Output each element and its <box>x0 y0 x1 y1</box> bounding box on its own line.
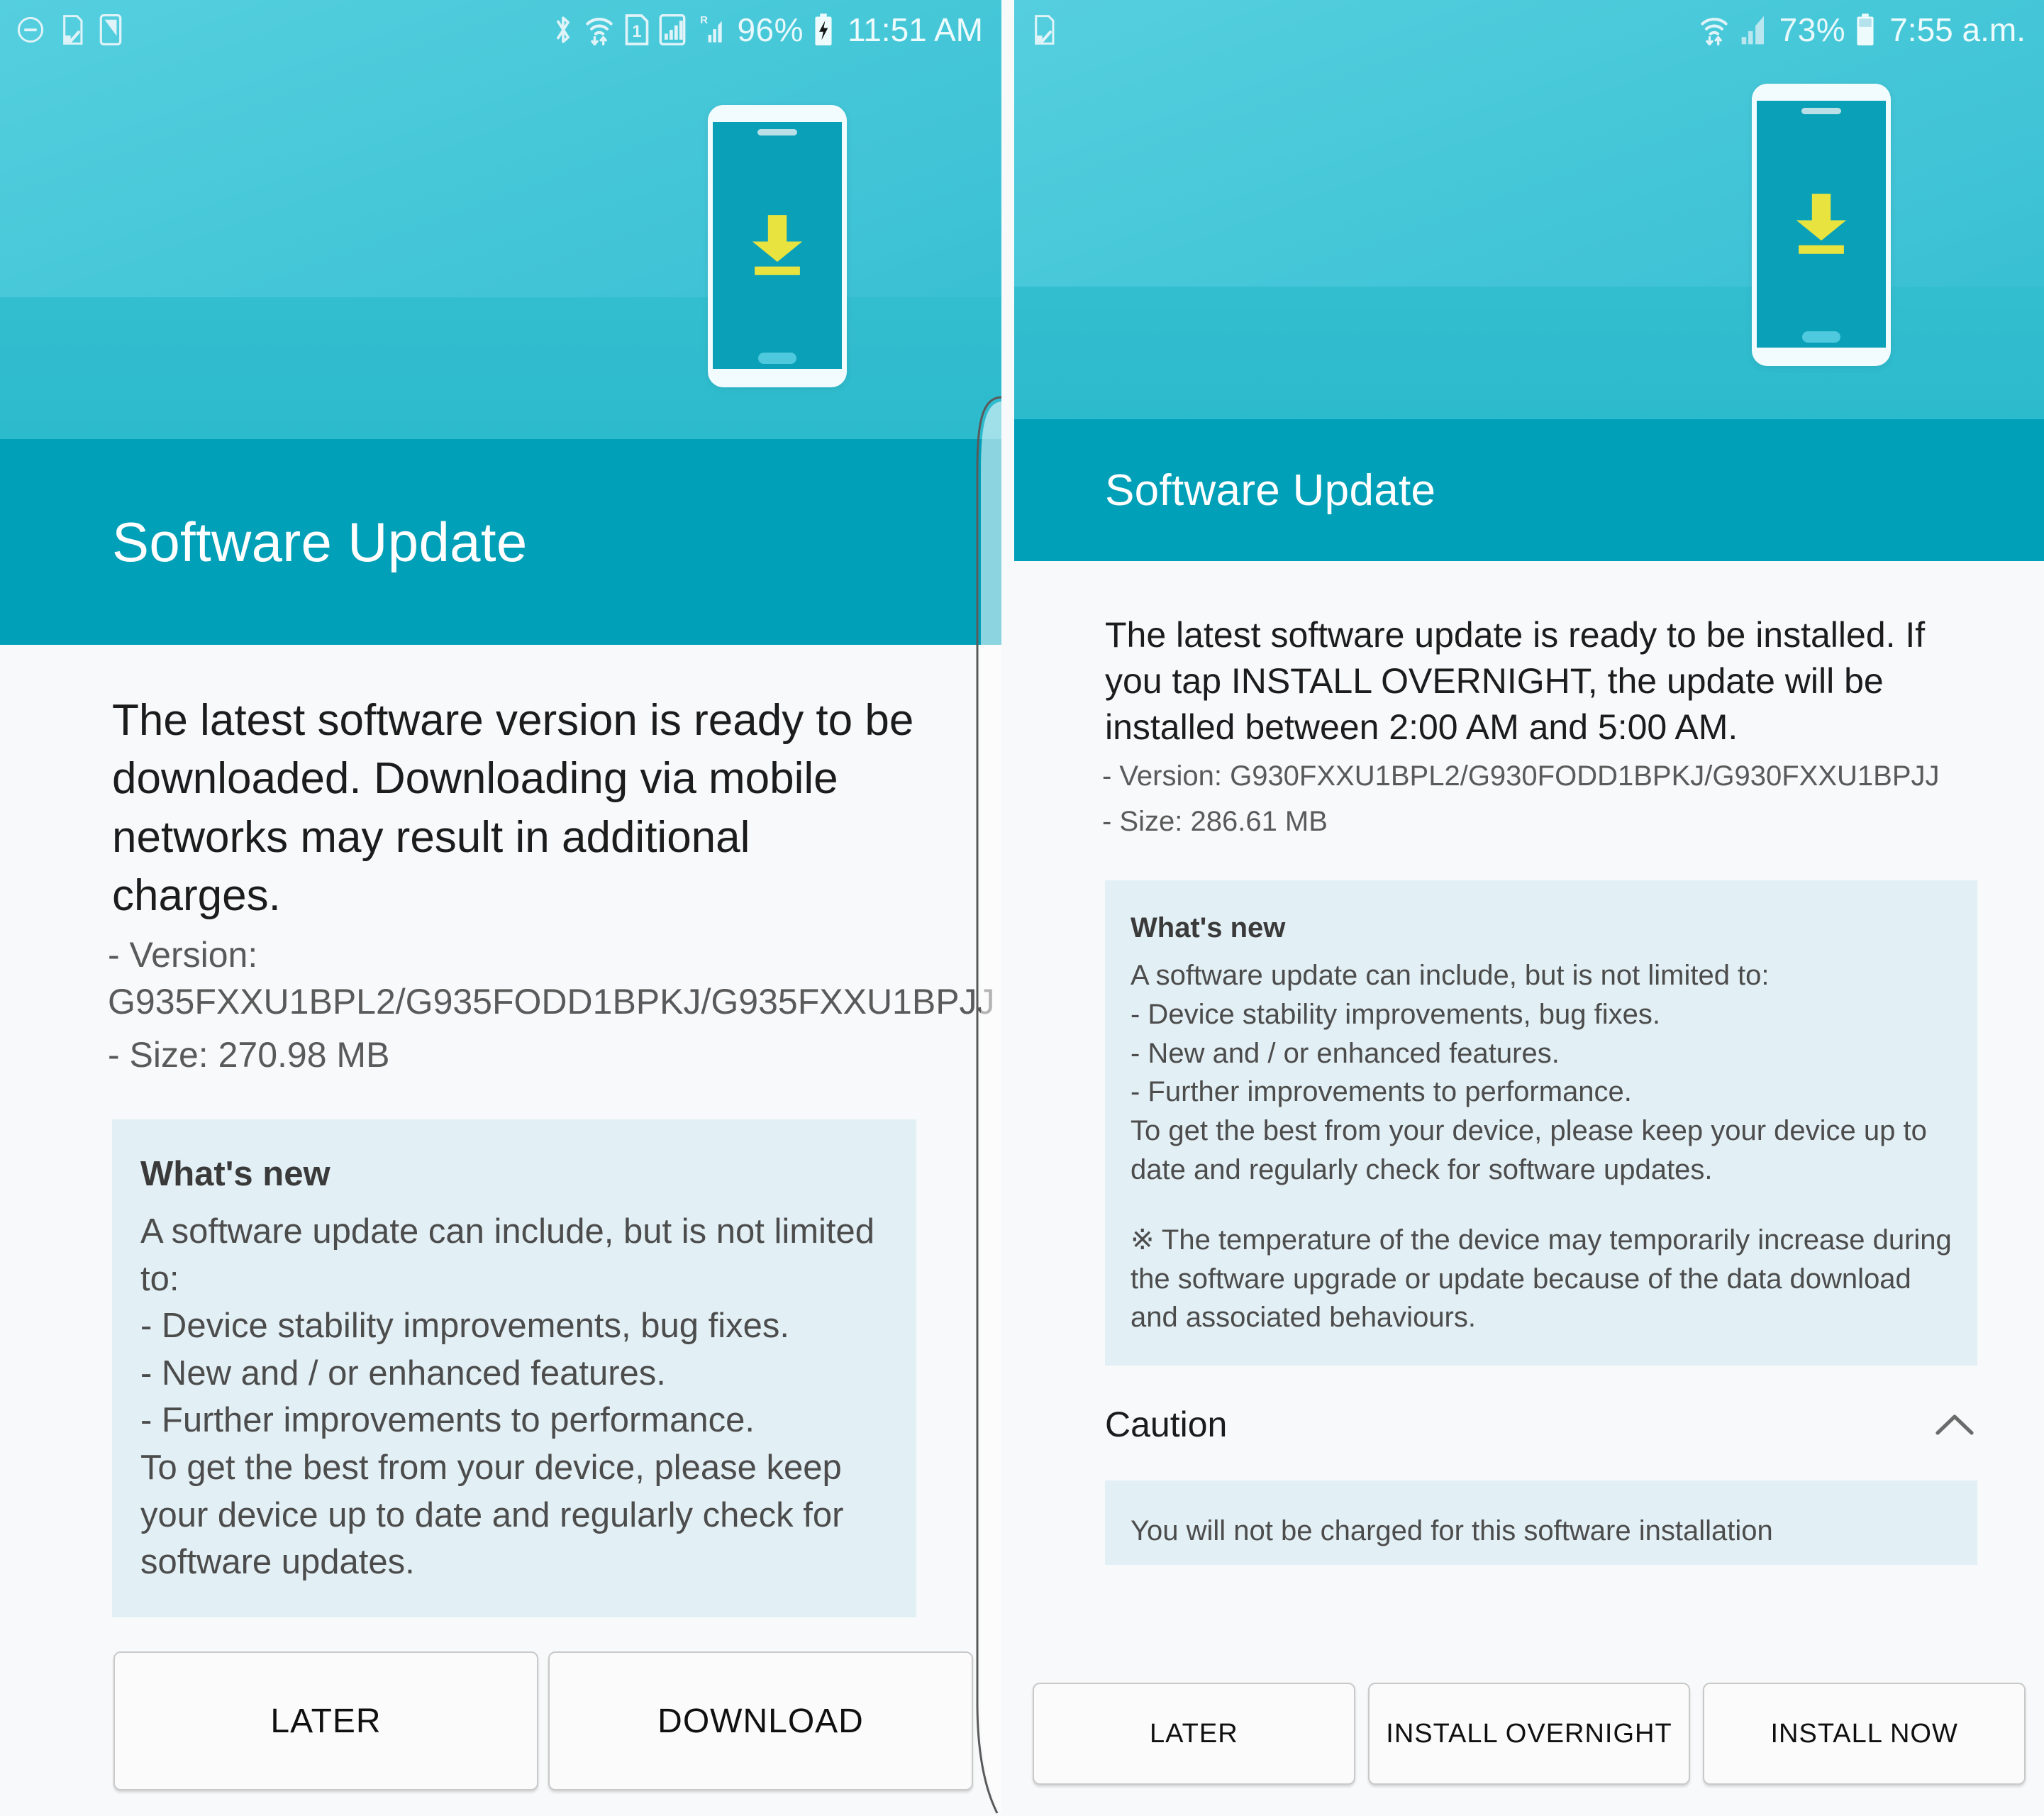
temperature-note: ※ The temperature of the device may temp… <box>1131 1224 1952 1334</box>
whats-new-bullet: - New and / or enhanced features. <box>1131 1037 1560 1069</box>
bluetooth-icon <box>552 13 574 46</box>
whats-new-box: What's new A software update can include… <box>112 1119 916 1617</box>
page-title: Software Update <box>112 510 528 573</box>
left-screenshot: 1 R 96% 11:51 AM Software Update The lat… <box>0 0 1001 1816</box>
whats-new-outro: To get the best from your device, please… <box>140 1449 844 1582</box>
whats-new-outro: To get the best from your device, please… <box>1131 1115 1927 1185</box>
chevron-up-icon[interactable] <box>1935 1412 1974 1436</box>
right-hero: 73% 7:55 a.m. <box>1014 0 2044 423</box>
phone-download-icon <box>1752 84 1891 366</box>
whats-new-bullet: - New and / or enhanced features. <box>140 1353 666 1393</box>
svg-text:R: R <box>701 14 709 26</box>
left-content: The latest software version is ready to … <box>0 645 1001 1816</box>
status-left-icons <box>1030 15 1058 45</box>
whats-new-bullet: - Further improvements to performance. <box>1131 1076 1632 1108</box>
svg-text:1: 1 <box>633 22 642 41</box>
status-time: 11:51 AM <box>848 11 983 48</box>
install-now-button[interactable]: INSTALL NOW <box>1703 1683 2026 1785</box>
size-line: - Size: 270.98 MB <box>108 1034 390 1075</box>
version-line: - Version: G935FXXU1BPL2/G935FODD1BPKJ/G… <box>108 934 995 1022</box>
status-left-icons <box>16 14 122 45</box>
whats-new-bullet: - Device stability improvements, bug fix… <box>1131 998 1660 1030</box>
caution-label: Caution <box>1105 1405 1228 1445</box>
status-right-icons: 73% 7:55 a.m. <box>1699 11 2026 49</box>
later-button[interactable]: LATER <box>113 1651 538 1790</box>
status-right-icons: 1 R 96% 11:51 AM <box>552 11 983 49</box>
whats-new-intro: A software update can include, but is no… <box>140 1212 875 1298</box>
panel-divider <box>1001 0 1014 1816</box>
hero-band <box>0 297 1001 443</box>
left-status-bar: 1 R 96% 11:51 AM <box>0 0 1001 60</box>
right-title-bar: Software Update <box>1014 419 2044 561</box>
later-button[interactable]: LATER <box>1033 1683 1355 1785</box>
wifi-data-icon <box>584 13 615 46</box>
caution-section-header[interactable]: Caution <box>1105 1397 1977 1452</box>
install-overnight-button[interactable]: INSTALL OVERNIGHT <box>1367 1683 1691 1785</box>
left-title-bar: Software Update <box>0 439 1001 645</box>
left-hero: 1 R 96% 11:51 AM <box>0 0 1001 443</box>
whats-new-title: What's new <box>1131 912 1286 944</box>
sim-1-icon: 1 <box>625 14 649 45</box>
dual-screenshot-stage: 1 R 96% 11:51 AM Software Update The lat… <box>0 0 2044 1816</box>
signal-bars-icon <box>1740 14 1770 45</box>
download-complete-icon <box>1030 15 1058 45</box>
whats-new-bullet: - Device stability improvements, bug fix… <box>140 1307 789 1346</box>
right-button-bar: LATER INSTALL OVERNIGHT INSTALL NOW <box>1014 1683 2044 1816</box>
lead-text: The latest software update is ready to b… <box>1105 615 1926 747</box>
whats-new-bullet: - Further improvements to performance. <box>140 1401 755 1440</box>
roaming-signal-icon: R <box>696 13 727 46</box>
screen-mirroring-icon <box>99 14 122 45</box>
wifi-data-icon <box>1699 13 1730 46</box>
size-line: - Size: 286.61 MB <box>1102 805 1328 837</box>
phone-download-icon <box>708 105 847 387</box>
battery-percent: 96% <box>737 11 804 48</box>
whats-new-box: What's new A software update can include… <box>1105 880 1977 1366</box>
whats-new-intro: A software update can include, but is no… <box>1131 959 1770 991</box>
download-complete-icon <box>58 15 87 45</box>
lead-text: The latest software version is ready to … <box>112 696 914 921</box>
battery-icon <box>1855 13 1875 46</box>
do-not-disturb-icon <box>16 15 45 45</box>
version-line: - Version: G930FXXU1BPL2/G930FODD1BPKJ/G… <box>1102 760 1940 792</box>
download-arrow-icon <box>752 215 803 275</box>
download-arrow-icon <box>1796 194 1847 254</box>
whats-new-title: What's new <box>140 1155 331 1194</box>
download-button[interactable]: DOWNLOAD <box>548 1651 973 1790</box>
left-button-bar: LATER DOWNLOAD <box>0 1651 1001 1816</box>
caution-text: You will not be charged for this softwar… <box>1131 1515 1773 1547</box>
battery-percent: 73% <box>1779 11 1846 48</box>
right-screenshot: 73% 7:55 a.m. Software Update The latest… <box>1014 0 2044 1816</box>
signal-bars-icon <box>659 14 686 45</box>
page-title: Software Update <box>1105 465 1436 515</box>
battery-charging-icon <box>813 13 833 46</box>
caution-box: You will not be charged for this softwar… <box>1105 1480 1977 1565</box>
status-time: 7:55 a.m. <box>1889 11 2026 48</box>
right-status-bar: 73% 7:55 a.m. <box>1014 0 2044 60</box>
right-content: The latest software update is ready to b… <box>1014 561 2044 1816</box>
